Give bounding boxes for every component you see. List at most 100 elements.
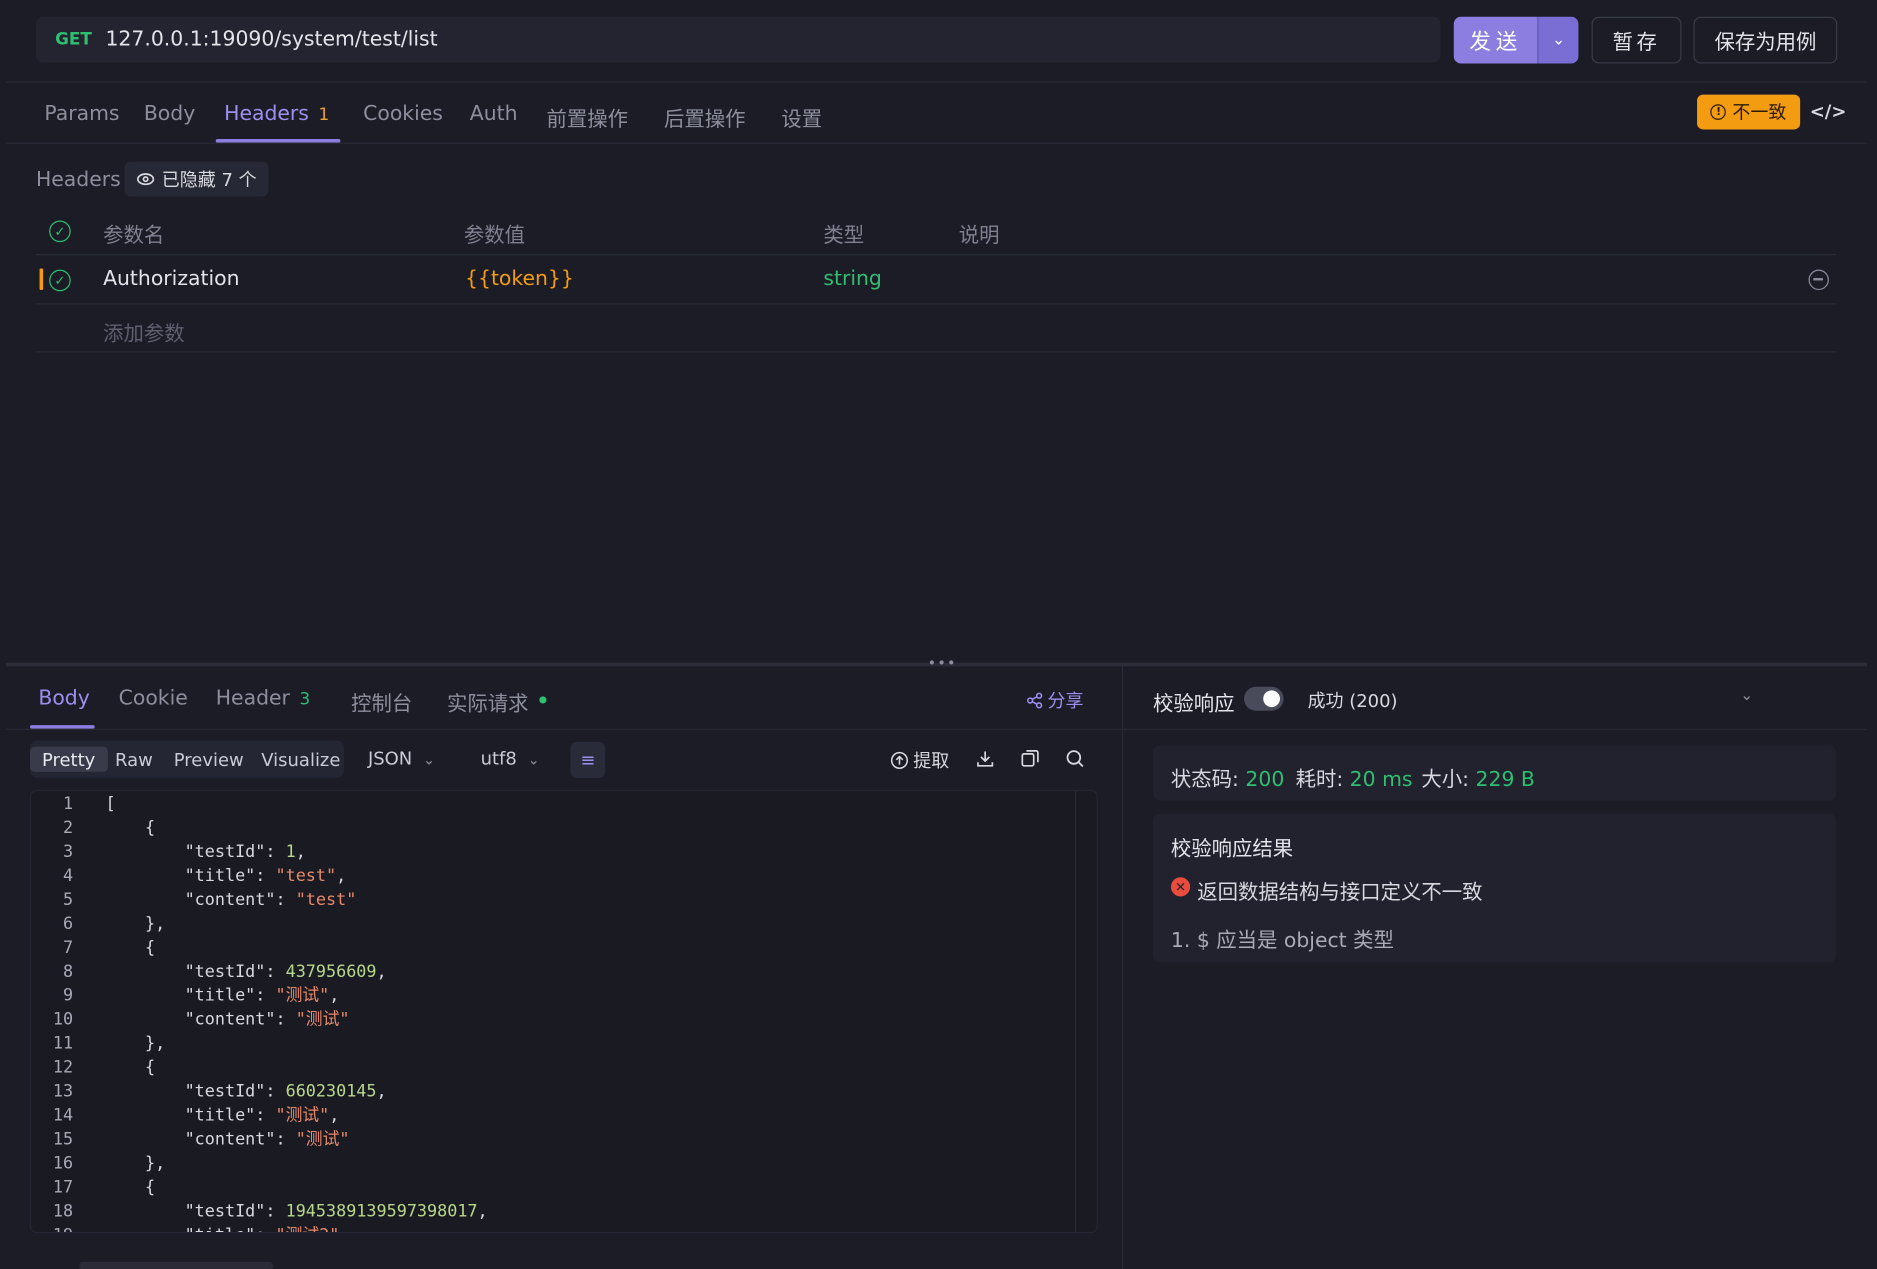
code-text: { — [145, 816, 155, 840]
tab-response-header-label: Header — [215, 686, 290, 711]
send-button[interactable]: 发送 — [1453, 16, 1538, 64]
headers-count-badge: 1 — [318, 105, 330, 125]
chevron-down-icon: ⌄ — [527, 751, 540, 769]
line-number: 16 — [52, 1154, 74, 1174]
tab-body[interactable]: Body — [144, 102, 195, 126]
json-key: "title" — [185, 1226, 256, 1232]
hidden-headers-toggle[interactable]: 已隐藏 7 个 — [124, 161, 269, 197]
header-type-cell[interactable]: string — [823, 267, 882, 291]
line-number: 4 — [62, 866, 74, 886]
error-icon: ✕ — [1170, 877, 1191, 897]
view-mode-raw[interactable]: Raw — [103, 747, 165, 772]
chevron-down-icon[interactable]: ⌄ — [1740, 687, 1753, 705]
json-punctuation: , — [477, 1202, 488, 1222]
download-icon[interactable] — [976, 749, 995, 768]
tab-headers[interactable]: Headers 1 — [224, 102, 329, 126]
select-all-checkbox[interactable]: ✓ — [49, 220, 71, 243]
tab-auth[interactable]: Auth — [470, 102, 518, 126]
upload-circle-icon — [890, 751, 909, 770]
view-mode-visualize[interactable]: Visualize — [249, 747, 352, 772]
copy-icon[interactable] — [1021, 749, 1039, 767]
mismatch-badge[interactable]: ! 不一致 — [1697, 94, 1801, 130]
column-header-description: 说明 — [958, 224, 1000, 249]
tab-console[interactable]: 控制台 — [351, 687, 412, 717]
line-number: 9 — [62, 986, 74, 1006]
share-icon — [1026, 692, 1043, 709]
panel-divider — [1121, 666, 1123, 1269]
word-wrap-icon[interactable]: ≡ — [570, 741, 606, 778]
drag-handle-icon[interactable]: ••• — [928, 654, 957, 671]
tab-settings[interactable]: 设置 — [781, 102, 822, 132]
tab-params[interactable]: Params — [44, 102, 119, 126]
elapsed-time-stat: 耗时: 20 ms — [1296, 762, 1413, 792]
tab-response-header[interactable]: Header 3 — [216, 687, 310, 711]
validate-response-toggle[interactable] — [1244, 686, 1284, 711]
line-number: 13 — [52, 1082, 74, 1102]
code-icon[interactable]: </> — [1810, 101, 1847, 123]
json-punctuation: : — [255, 1226, 275, 1232]
remove-row-icon[interactable] — [1808, 269, 1829, 291]
divider — [5, 728, 1122, 730]
encoding-select[interactable]: utf8 ⌄ — [481, 748, 540, 770]
json-string: "测试" — [275, 986, 330, 1006]
share-button[interactable]: 分享 — [1026, 688, 1083, 713]
json-punctuation: , — [329, 1106, 340, 1126]
extract-button[interactable]: 提取 — [890, 748, 949, 773]
json-key: "content" — [184, 1010, 276, 1030]
tab-actual-request[interactable]: 实际请求 — [447, 687, 547, 717]
tab-post-operations[interactable]: 后置操作 — [664, 102, 745, 132]
response-definition-select[interactable]: 成功 (200) — [1308, 688, 1398, 713]
json-number: 437956609 — [285, 962, 377, 982]
tab-pre-operations[interactable]: 前置操作 — [547, 102, 628, 132]
draft-button[interactable]: 暂存 — [1591, 16, 1682, 64]
row-enabled-checkbox[interactable]: ✓ — [49, 269, 71, 292]
line-number: 11 — [52, 1034, 74, 1054]
line-number: 6 — [62, 914, 74, 934]
header-value-cell[interactable]: {{token}} — [465, 267, 574, 291]
view-mode-pretty[interactable]: Pretty — [29, 746, 108, 772]
line-number: 7 — [62, 938, 74, 958]
tab-actual-request-label: 实际请求 — [447, 692, 529, 717]
divider — [5, 142, 1868, 144]
json-punctuation: { — [145, 938, 156, 958]
validation-result-title: 校验响应结果 — [1170, 837, 1294, 862]
code-text: "title": "测试2", — [185, 1224, 350, 1232]
line-number: 10 — [52, 1010, 74, 1030]
status-dot — [539, 696, 547, 704]
header-name-cell[interactable]: Authorization — [103, 267, 239, 291]
http-method[interactable]: GET — [55, 30, 92, 49]
code-text: }, — [145, 1032, 165, 1056]
url-bar[interactable]: GET 127.0.0.1:19090/system/test/list — [35, 16, 1441, 63]
divider — [1122, 728, 1868, 730]
line-number: 17 — [52, 1178, 74, 1198]
json-punctuation: : — [265, 962, 286, 982]
json-punctuation: : — [275, 1010, 296, 1030]
tab-response-body[interactable]: Body — [38, 687, 89, 711]
line-number: 15 — [52, 1130, 74, 1150]
format-select[interactable]: JSON ⌄ — [368, 748, 435, 770]
send-options-chevron-icon[interactable]: ⌄ — [1537, 16, 1579, 64]
warning-icon: ! — [1710, 104, 1727, 120]
line-number: 3 — [62, 842, 74, 862]
json-punctuation: : — [255, 866, 276, 886]
json-key: "content" — [184, 890, 276, 910]
size-stat: 大小: 229 B — [1421, 762, 1534, 792]
code-text: [ — [105, 792, 115, 816]
json-key: "title" — [184, 866, 256, 886]
save-as-case-button[interactable]: 保存为用例 — [1693, 16, 1838, 64]
view-mode-switcher: Pretty Raw Preview Visualize — [29, 740, 344, 778]
tab-cookies[interactable]: Cookies — [363, 102, 443, 126]
add-param-input[interactable]: 添加参数 — [103, 316, 184, 346]
search-icon[interactable] — [1065, 749, 1084, 768]
validate-response-label: 校验响应 — [1152, 692, 1235, 717]
view-mode-preview[interactable]: Preview — [162, 747, 256, 772]
editor-scrollbar[interactable] — [1075, 791, 1077, 1233]
tab-response-cookie[interactable]: Cookie — [119, 687, 188, 711]
json-punctuation: : — [255, 986, 276, 1006]
headers-section-label: Headers — [35, 167, 121, 192]
url-input[interactable]: 127.0.0.1:19090/system/test/list — [105, 28, 437, 52]
code-text: "title": "测试", — [185, 984, 340, 1008]
response-body-editor[interactable]: 1 [2 {3 "testId": 1, 4 "title": "test", 5 "cont… — [29, 789, 1098, 1234]
json-punctuation: : — [265, 1082, 286, 1102]
response-stats: 状态码: 200 耗时: 20 ms 大小: 229 B — [1152, 745, 1837, 801]
